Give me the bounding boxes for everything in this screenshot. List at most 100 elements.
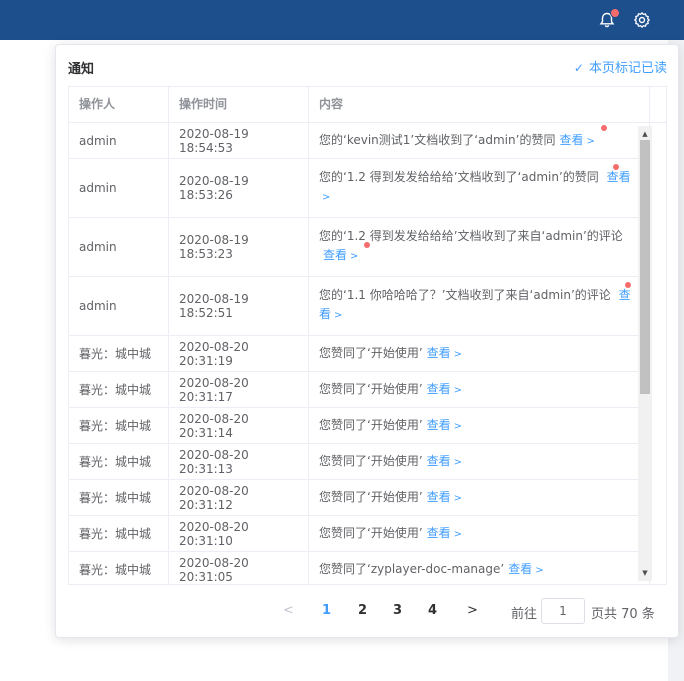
scroll-up-arrow-icon[interactable]: ▲ (638, 128, 652, 140)
popover-title: 通知 (68, 62, 95, 77)
table-row: admin 2020-08-19 18:54:53 您的‘kevin测试1’文档… (69, 123, 650, 159)
gear-icon[interactable] (633, 11, 651, 29)
content-cell: 您赞同了‘开始使用’ 查看 > (309, 480, 650, 515)
content-cell: 您赞同了‘开始使用’ 查看 > (309, 336, 650, 371)
column-header-time: 操作时间 (169, 87, 309, 122)
chevron-right-icon: > (334, 310, 343, 321)
time-cell: 2020-08-20 20:31:12 (169, 480, 309, 515)
chevron-right-icon: > (453, 420, 463, 432)
operator-cell: 暮光：城中城 (69, 516, 169, 551)
operator-cell: 暮光：城中城 (69, 372, 169, 407)
chevron-right-icon: > (453, 492, 463, 504)
time-cell: 2020-08-19 18:54:53 (169, 123, 309, 158)
table-row: 暮光：城中城 2020-08-20 20:31:14 您赞同了‘开始使用’ 查看… (69, 408, 650, 444)
content-cell: 您的‘kevin测试1’文档收到了‘admin’的赞同 查看 > (309, 123, 650, 158)
view-link-label: 查看 (323, 248, 348, 262)
table-row: 暮光：城中城 2020-08-20 20:31:10 您赞同了‘开始使用’ 查看… (69, 516, 650, 552)
operator-cell: admin (69, 159, 169, 217)
content-text: 您赞同了‘开始使用’ (319, 418, 423, 432)
view-link-label: 查看 (426, 345, 451, 360)
table-header: 操作人 操作时间 内容 (69, 87, 650, 123)
operator-cell: admin (69, 218, 169, 276)
time-cell: 2020-08-20 20:31:19 (169, 336, 309, 371)
content-text: 您赞同了‘开始使用’ (319, 346, 423, 360)
time-cell: 2020-08-20 20:31:17 (169, 372, 309, 407)
column-header-operator: 操作人 (69, 87, 169, 122)
content-text: 您的‘1.2 得到发发给给给’文档收到了‘admin’的赞同 (319, 170, 599, 184)
content-cell: 您赞同了‘开始使用’ 查看 > (309, 444, 650, 479)
chevron-right-icon: > (453, 456, 463, 468)
table-row: 暮光：城中城 2020-08-20 20:31:13 您赞同了‘开始使用’ 查看… (69, 444, 650, 480)
time-cell: 2020-08-20 20:31:10 (169, 516, 309, 551)
table-scrollbar[interactable]: ▲ ▼ (638, 126, 652, 581)
column-header-content: 内容 (309, 87, 650, 122)
view-link-label: 查看 (508, 561, 533, 576)
chevron-right-icon: > (350, 251, 359, 262)
view-link-label: 查看 (426, 453, 451, 468)
view-link[interactable]: 查看> (427, 380, 462, 400)
time-cell: 2020-08-20 20:31:14 (169, 408, 309, 443)
table-body: admin 2020-08-19 18:54:53 您的‘kevin测试1’文档… (69, 123, 650, 584)
time-cell: 2020-08-19 18:53:23 (169, 218, 309, 276)
table-row: 暮光：城中城 2020-08-20 20:31:05 您赞同了‘zyplayer… (69, 552, 650, 584)
unread-badge (610, 8, 620, 18)
content-cell: 您赞同了‘开始使用’ 查看 > (309, 372, 650, 407)
page-number-1[interactable]: 1 (322, 603, 331, 618)
table-row: 暮光：城中城 2020-08-20 20:31:12 您赞同了‘开始使用’ 查看… (69, 480, 650, 516)
content-text: 您赞同了‘开始使用’ (319, 526, 423, 540)
content-cell: 您赞同了‘zyplayer-doc-manage’ 查看 > (309, 552, 650, 584)
chevron-right-icon: > (535, 564, 544, 576)
operator-cell: 暮光：城中城 (69, 444, 169, 479)
view-link[interactable]: 查看> (508, 560, 543, 580)
total-count-label: 页共 70 条 (591, 607, 655, 622)
time-cell: 2020-08-19 18:53:26 (169, 159, 309, 217)
content-cell: 您赞同了‘开始使用’ 查看 > (309, 516, 650, 551)
content-cell: 您赞同了‘开始使用’ 查看 > (309, 408, 650, 443)
view-link[interactable]: 查看> (559, 124, 607, 151)
operator-cell: admin (69, 277, 169, 335)
chevron-right-icon: > (453, 348, 463, 360)
view-link[interactable]: 查看> (427, 488, 462, 508)
content-text: 您赞同了‘zyplayer-doc-manage’ (319, 562, 505, 576)
view-link[interactable]: 查看> (323, 242, 371, 262)
scroll-down-arrow-icon[interactable]: ▼ (638, 567, 652, 579)
header-gutter (650, 87, 666, 123)
next-page-chevron-right-icon[interactable]: > (467, 603, 478, 618)
view-link[interactable]: 查看> (427, 524, 462, 544)
content-text: 您赞同了‘开始使用’ (319, 382, 423, 396)
view-link-label: 查看 (606, 170, 631, 184)
table-row: 暮光：城中城 2020-08-20 20:31:19 您赞同了‘开始使用’ 查看… (69, 336, 650, 372)
chevron-right-icon: > (322, 192, 331, 203)
content-text: 您的‘1.2 得到发发给给给’文档收到了来自‘admin’的评论 (319, 229, 623, 243)
goto-label: 前往 (511, 607, 538, 622)
pagination: < 1 2 3 4 > 前往 页共 70 条 (56, 598, 680, 626)
content-text: 您赞同了‘开始使用’ (319, 490, 423, 504)
unread-dot (612, 164, 619, 170)
notification-table: 操作人 操作时间 内容 admin 2020-08-19 18:54:53 您的… (68, 86, 667, 585)
table-row: admin 2020-08-19 18:53:26 您的‘1.2 得到发发给给给… (69, 159, 650, 218)
view-link[interactable]: 查看> (427, 452, 462, 472)
unread-dot (600, 124, 607, 131)
page-number-2[interactable]: 2 (358, 603, 367, 618)
operator-cell: 暮光：城中城 (69, 552, 169, 584)
page-number-4[interactable]: 4 (428, 603, 437, 618)
table-row: admin 2020-08-19 18:52:51 您的‘1.1 你哈哈哈了？’… (69, 277, 650, 336)
unread-dot (624, 282, 631, 288)
page-number-3[interactable]: 3 (393, 603, 402, 618)
operator-cell: 暮光：城中城 (69, 336, 169, 371)
content-text: 您赞同了‘开始使用’ (319, 454, 423, 468)
view-link-label: 查看 (426, 417, 451, 432)
mark-page-read-label: 本页标记已读 (588, 61, 667, 76)
scrollbar-thumb[interactable] (640, 140, 650, 394)
time-cell: 2020-08-19 18:52:51 (169, 277, 309, 335)
prev-page-chevron-left-icon[interactable]: < (283, 603, 294, 618)
goto-page-input[interactable] (541, 598, 585, 624)
view-link[interactable]: 查看> (427, 416, 462, 436)
check-icon: ✓ (573, 61, 584, 75)
operator-cell: 暮光：城中城 (69, 480, 169, 515)
content-cell: 您的‘1.2 得到发发给给给’文档收到了‘admin’的赞同 查看 > (309, 159, 650, 217)
view-link-label: 查看 (426, 381, 451, 396)
mark-page-read-button[interactable]: ✓ 本页标记已读 (574, 57, 667, 76)
view-link[interactable]: 查看> (427, 344, 462, 364)
time-cell: 2020-08-20 20:31:13 (169, 444, 309, 479)
